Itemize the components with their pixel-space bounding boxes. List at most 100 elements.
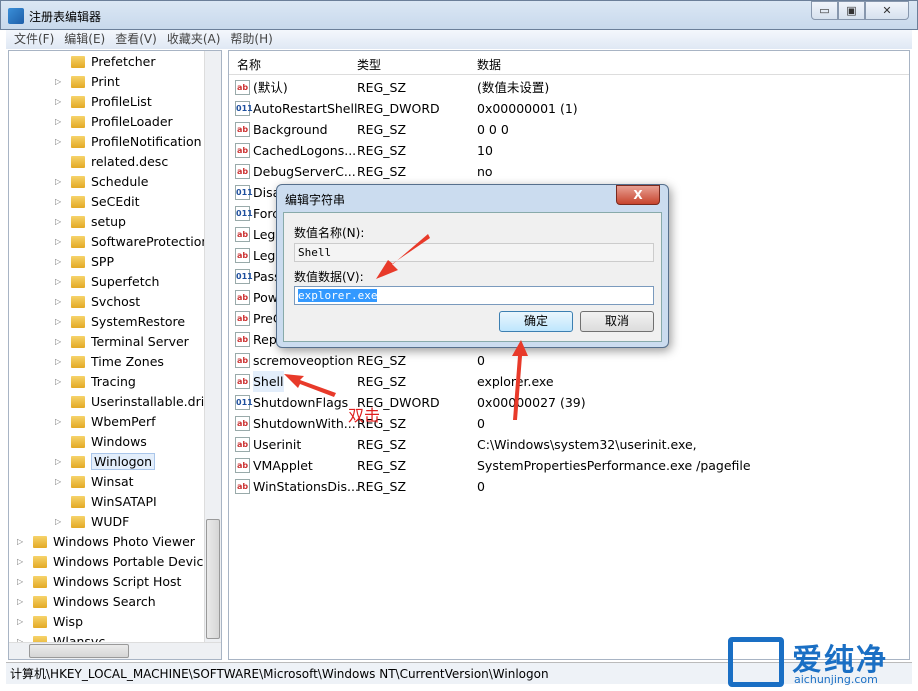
expand-arrow-icon[interactable]: ▷ [55, 512, 61, 532]
edit-string-dialog: 编辑字符串 X 数值名称(N): Shell 数值数据(V): explorer… [276, 184, 669, 348]
tree-item[interactable]: ▷ ProfileNotification [55, 132, 202, 152]
value-name: (默认) [253, 80, 288, 95]
expand-arrow-icon[interactable]: ▷ [55, 372, 61, 392]
dialog-close-button[interactable]: X [616, 185, 660, 205]
tree-item[interactable]: ▷ Windows Script Host [17, 572, 181, 592]
tree-item[interactable]: ▷ ProfileLoader [55, 112, 173, 132]
tree-item-label: ProfileLoader [91, 114, 173, 129]
value-data: 0x00000027 (39) [477, 395, 586, 410]
tree-item-label: SystemRestore [91, 314, 186, 329]
column-data[interactable]: 数据 [477, 56, 501, 73]
tree-item[interactable]: ▷ Print [55, 72, 120, 92]
close-button[interactable]: ✕ [865, 1, 909, 20]
expand-arrow-icon[interactable]: ▷ [55, 312, 61, 332]
folder-icon [71, 256, 85, 268]
aichunjing-logo: 爱纯净 aichunjing.com [728, 637, 916, 691]
tree-item[interactable]: ▷ Windows Search [17, 592, 156, 612]
tree-item[interactable]: ▷ Svchost [55, 292, 140, 312]
expand-arrow-icon[interactable]: ▷ [55, 132, 61, 152]
tree-item[interactable]: ▷ Windows Portable Devices [17, 552, 218, 572]
value-name-label: 数值名称(N): [294, 226, 365, 240]
tree-item[interactable]: ▷ Winsat [55, 472, 134, 492]
tree-item[interactable]: ▷ Terminal Server [55, 332, 189, 352]
list-row[interactable]: ab DebugServerC... REG_SZ no [229, 161, 909, 182]
reg-string-icon: ab [235, 479, 250, 494]
scroll-thumb[interactable] [206, 519, 220, 639]
list-row[interactable]: ab CachedLogons... REG_SZ 10 [229, 140, 909, 161]
expand-arrow-icon[interactable]: ▷ [17, 592, 23, 612]
value-data: 10 [477, 143, 493, 158]
ok-button[interactable]: 确定 [499, 311, 573, 332]
list-row[interactable]: 011 ShutdownFlags REG_DWORD 0x00000027 (39) [229, 392, 909, 413]
expand-arrow-icon[interactable]: ▷ [55, 352, 61, 372]
cancel-button[interactable]: 取消 [580, 311, 654, 332]
expand-arrow-icon[interactable]: ▷ [55, 192, 61, 212]
tree-item[interactable]: ▷ Superfetch [55, 272, 159, 292]
expand-arrow-icon[interactable]: ▷ [55, 112, 61, 132]
tree-item[interactable]: ▷ Schedule [55, 172, 148, 192]
reg-string-icon: ab [235, 374, 250, 389]
menu-item[interactable]: 查看(V) [115, 30, 157, 49]
tree-item-label: Winsat [91, 474, 134, 489]
expand-arrow-icon[interactable]: ▷ [55, 92, 61, 112]
tree-item[interactable]: ▷ setup [55, 212, 126, 232]
tree-item[interactable]: Windows [71, 432, 147, 452]
expand-arrow-icon[interactable]: ▷ [55, 172, 61, 192]
list-row[interactable]: ab WinStationsDis... REG_SZ 0 [229, 476, 909, 497]
expand-arrow-icon[interactable]: ▷ [17, 532, 23, 552]
tree-vertical-scrollbar[interactable] [204, 51, 221, 643]
expand-arrow-icon[interactable]: ▷ [55, 212, 61, 232]
expand-arrow-icon[interactable]: ▷ [17, 572, 23, 592]
minimize-button[interactable]: ▭ [811, 1, 838, 20]
tree-item[interactable]: ▷ SPP [55, 252, 114, 272]
expand-arrow-icon[interactable]: ▷ [55, 332, 61, 352]
menu-item[interactable]: 编辑(E) [64, 30, 105, 49]
tree-item[interactable]: ▷ Time Zones [55, 352, 164, 372]
column-name[interactable]: 名称 [237, 56, 261, 73]
dialog-title: 编辑字符串 [285, 193, 346, 207]
expand-arrow-icon[interactable]: ▷ [55, 232, 61, 252]
list-row[interactable]: ab VMApplet REG_SZ SystemPropertiesPerforma… [229, 455, 909, 476]
value-name-field[interactable]: Shell [294, 243, 654, 262]
list-row[interactable]: ab ShutdownWith... REG_SZ 0 [229, 413, 909, 434]
scroll-thumb[interactable] [29, 644, 129, 658]
list-row[interactable]: ab scremoveoption REG_SZ 0 [229, 350, 909, 371]
list-row[interactable]: ab (默认) REG_SZ (数值未设置) [229, 77, 909, 98]
expand-arrow-icon[interactable]: ▷ [55, 272, 61, 292]
tree-item[interactable]: ▷ Tracing [55, 372, 136, 392]
expand-arrow-icon[interactable]: ▷ [17, 552, 23, 572]
tree-item[interactable]: ▷ ProfileList [55, 92, 152, 112]
tree-item[interactable]: Userinstallable.drive [71, 392, 219, 412]
menu-item[interactable]: 帮助(H) [230, 30, 272, 49]
tree-item[interactable]: ▷ Wisp [17, 612, 83, 632]
tree-item[interactable]: ▷ Winlogon [55, 452, 156, 472]
expand-arrow-icon[interactable]: ▷ [55, 252, 61, 272]
tree-item[interactable]: ▷ WUDF [55, 512, 129, 532]
expand-arrow-icon[interactable]: ▷ [55, 472, 61, 492]
tree-item[interactable]: ▷ SoftwareProtectionP [55, 232, 217, 252]
list-row[interactable]: ab Shell REG_SZ explorer.exe [229, 371, 909, 392]
expand-arrow-icon[interactable]: ▷ [17, 612, 23, 632]
tree-item[interactable]: ▷ SystemRestore [55, 312, 186, 332]
folder-icon [71, 116, 85, 128]
list-row[interactable]: ab Userinit REG_SZ C:\Windows\system32\user… [229, 434, 909, 455]
tree-item[interactable]: ▷ WbemPerf [55, 412, 155, 432]
menu-item[interactable]: 文件(F) [14, 30, 54, 49]
expand-arrow-icon[interactable]: ▷ [55, 452, 61, 472]
tree-item[interactable]: WinSATAPI [71, 492, 157, 512]
expand-arrow-icon[interactable]: ▷ [55, 292, 61, 312]
tree-item[interactable]: Prefetcher [71, 52, 156, 72]
list-row[interactable]: ab Background REG_SZ 0 0 0 [229, 119, 909, 140]
list-row[interactable]: 011 AutoRestartShell REG_DWORD 0x00000001 (… [229, 98, 909, 119]
tree-item[interactable]: ▷ SeCEdit [55, 192, 140, 212]
expand-arrow-icon[interactable]: ▷ [55, 72, 61, 92]
tree-horizontal-scrollbar[interactable] [9, 642, 221, 659]
tree-item[interactable]: ▷ Windows Photo Viewer [17, 532, 195, 552]
column-type[interactable]: 类型 [357, 56, 381, 73]
tree-item[interactable]: related.desc [71, 152, 168, 172]
folder-icon [33, 576, 47, 588]
value-data-input[interactable]: explorer.exe [294, 286, 654, 305]
menu-item[interactable]: 收藏夹(A) [167, 30, 221, 49]
expand-arrow-icon[interactable]: ▷ [55, 412, 61, 432]
maximize-button[interactable]: ▣ [838, 1, 865, 20]
